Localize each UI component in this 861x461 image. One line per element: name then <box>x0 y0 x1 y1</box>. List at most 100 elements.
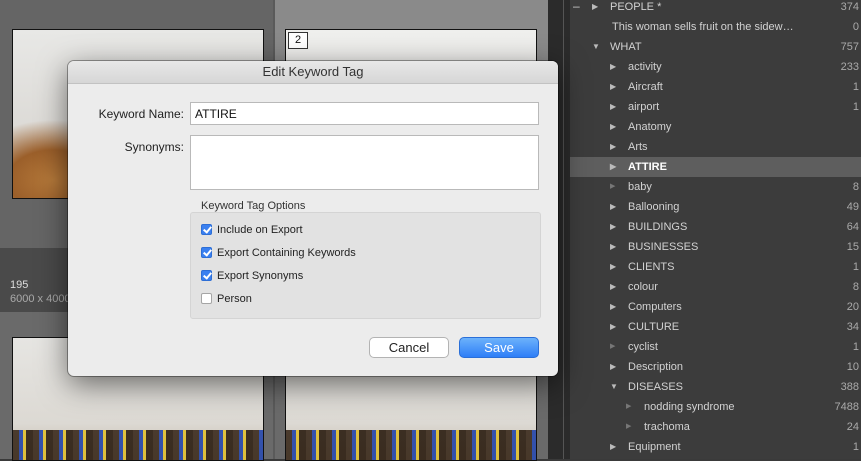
keyword-count: 757 <box>840 41 859 53</box>
option-label: Person <box>217 293 252 305</box>
cell-index-number: 195 <box>10 279 29 291</box>
keyword-count: 374 <box>840 1 859 13</box>
option-person[interactable]: Person <box>201 293 252 305</box>
keyword-label: DISEASES <box>628 381 684 393</box>
keyword-row[interactable]: ▶ trachoma 24 <box>570 417 861 437</box>
disclosure-collapsed-icon[interactable]: ▶ <box>610 317 616 337</box>
disclosure-collapsed-icon[interactable]: ▶ <box>610 77 616 97</box>
option-export-containing-keywords[interactable]: Export Containing Keywords <box>201 247 356 259</box>
disclosure-collapsed-icon[interactable]: ▶ <box>610 237 616 257</box>
keyword-label: PEOPLE * <box>610 1 662 13</box>
keyword-label: Equipment <box>628 441 681 453</box>
keyword-count: 10 <box>846 361 859 373</box>
keyword-row[interactable]: ▼ WHAT 757 <box>570 37 861 57</box>
keyword-label: Arts <box>628 141 648 153</box>
keyword-label: Computers <box>628 301 682 313</box>
disclosure-collapsed-icon[interactable]: ▶ <box>610 357 616 377</box>
disclosure-expanded-icon[interactable]: ▼ <box>610 377 618 397</box>
keyword-label: WHAT <box>610 41 642 53</box>
keyword-row[interactable]: ▶ colour 8 <box>570 277 861 297</box>
leaf-arrow-icon: ▶ <box>626 403 632 410</box>
keyword-row[interactable]: ▶ Arts <box>570 137 861 157</box>
disclosure-expanded-icon[interactable]: ▼ <box>592 37 600 57</box>
save-button[interactable]: Save <box>459 337 539 358</box>
disclosure-collapsed-icon[interactable]: ▶ <box>610 117 616 137</box>
leaf-arrow-icon: ▶ <box>610 183 616 190</box>
keyword-row[interactable]: ▶ Computers 20 <box>570 297 861 317</box>
keyword-label: activity <box>628 61 662 73</box>
option-label: Include on Export <box>217 224 303 236</box>
disclosure-collapsed-icon[interactable]: ▶ <box>610 157 616 177</box>
keyword-row[interactable]: ▶ Description 10 <box>570 357 861 377</box>
keyword-label: CULTURE <box>628 321 680 333</box>
disclosure-collapsed-icon[interactable]: ▶ <box>610 137 616 157</box>
keyword-row[interactable]: ▶ cyclist 1 <box>570 337 861 357</box>
keyword-row[interactable]: ▶ ATTIRE <box>570 157 861 177</box>
option-label: Export Synonyms <box>217 270 304 282</box>
keyword-row[interactable]: ▶ Ballooning 49 <box>570 197 861 217</box>
checkbox[interactable] <box>201 270 212 281</box>
keyword-count: 388 <box>840 381 859 393</box>
keyword-row[interactable]: ▼ DISEASES 388 <box>570 377 861 397</box>
keyword-row[interactable]: ▶ baby 8 <box>570 177 861 197</box>
synonyms-input[interactable] <box>190 135 539 190</box>
keyword-row[interactable]: ▶ nodding syndrome 7488 <box>570 397 861 417</box>
keyword-row[interactable]: ▶ BUSINESSES 15 <box>570 237 861 257</box>
keyword-row[interactable]: – ▶ PEOPLE * 374 <box>570 0 861 17</box>
disclosure-collapsed-icon[interactable]: ▶ <box>592 0 598 17</box>
keyword-row[interactable]: ▶ airport 1 <box>570 97 861 117</box>
keyword-label: trachoma <box>644 421 690 433</box>
option-label: Export Containing Keywords <box>217 247 356 259</box>
disclosure-collapsed-icon[interactable]: ▶ <box>610 277 616 297</box>
keyword-label: Aircraft <box>628 81 663 93</box>
disclosure-collapsed-icon[interactable]: ▶ <box>610 57 616 77</box>
keyword-label: Ballooning <box>628 201 680 213</box>
checkbox[interactable] <box>201 224 212 235</box>
keyword-label: nodding syndrome <box>644 401 735 413</box>
keyword-label: baby <box>628 181 652 193</box>
keyword-label: Anatomy <box>628 121 672 133</box>
disclosure-collapsed-icon[interactable]: ▶ <box>610 297 616 317</box>
option-include-on-export[interactable]: Include on Export <box>201 224 303 236</box>
cancel-button[interactable]: Cancel <box>369 337 449 358</box>
keyword-label: ATTIRE <box>628 161 667 173</box>
keyword-count: 7488 <box>834 401 859 413</box>
keyword-label: CLIENTS <box>628 261 675 273</box>
photo-content <box>13 430 263 460</box>
keyword-row[interactable]: ▶ activity 233 <box>570 57 861 77</box>
synonyms-label: Synonyms: <box>124 140 184 154</box>
keyword-count: 8 <box>852 181 859 193</box>
keyword-name-input[interactable] <box>190 102 539 125</box>
leaf-arrow-icon: ▶ <box>610 343 616 350</box>
cell-index-badge: 2 <box>288 32 308 49</box>
disclosure-collapsed-icon[interactable]: ▶ <box>610 257 616 277</box>
keyword-label: colour <box>628 281 658 293</box>
options-title: Keyword Tag Options <box>201 200 306 212</box>
keyword-list-panel: – ▶ PEOPLE * 374 This woman sells fruit on t… <box>570 0 861 459</box>
options-group: Include on Export Export Containing Keyw… <box>190 212 541 319</box>
disclosure-collapsed-icon[interactable]: ▶ <box>610 97 616 117</box>
collapse-icon[interactable]: – <box>573 0 580 15</box>
keyword-row[interactable]: ▶ CLIENTS 1 <box>570 257 861 277</box>
disclosure-collapsed-icon[interactable]: ▶ <box>610 437 616 457</box>
keyword-count: 20 <box>846 301 859 313</box>
keyword-count: 24 <box>846 421 859 433</box>
keyword-row[interactable]: ▶ Equipment 1 <box>570 437 861 457</box>
keyword-row[interactable]: ▶ BUILDINGS 64 <box>570 217 861 237</box>
keyword-label: cyclist <box>628 341 658 353</box>
checkbox[interactable] <box>201 247 212 258</box>
option-export-synonyms[interactable]: Export Synonyms <box>201 270 303 282</box>
keyword-count: 64 <box>846 221 859 233</box>
photo-dimensions: 6000 x 4000 <box>10 293 71 305</box>
keyword-label: BUILDINGS <box>628 221 688 233</box>
keyword-row[interactable]: ▶ Anatomy <box>570 117 861 137</box>
leaf-arrow-icon: ▶ <box>626 423 632 430</box>
keyword-row[interactable]: ▶ Aircraft 1 <box>570 77 861 97</box>
edit-keyword-dialog: Edit Keyword Tag Keyword Name: Synonyms:… <box>68 61 558 376</box>
checkbox[interactable] <box>201 293 212 304</box>
keyword-row[interactable]: ▶ CULTURE 34 <box>570 317 861 337</box>
disclosure-collapsed-icon[interactable]: ▶ <box>610 217 616 237</box>
disclosure-collapsed-icon[interactable]: ▶ <box>610 197 616 217</box>
keyword-count: 0 <box>852 21 859 33</box>
keyword-row[interactable]: This woman sells fruit on the sidew… 0 <box>570 17 861 37</box>
